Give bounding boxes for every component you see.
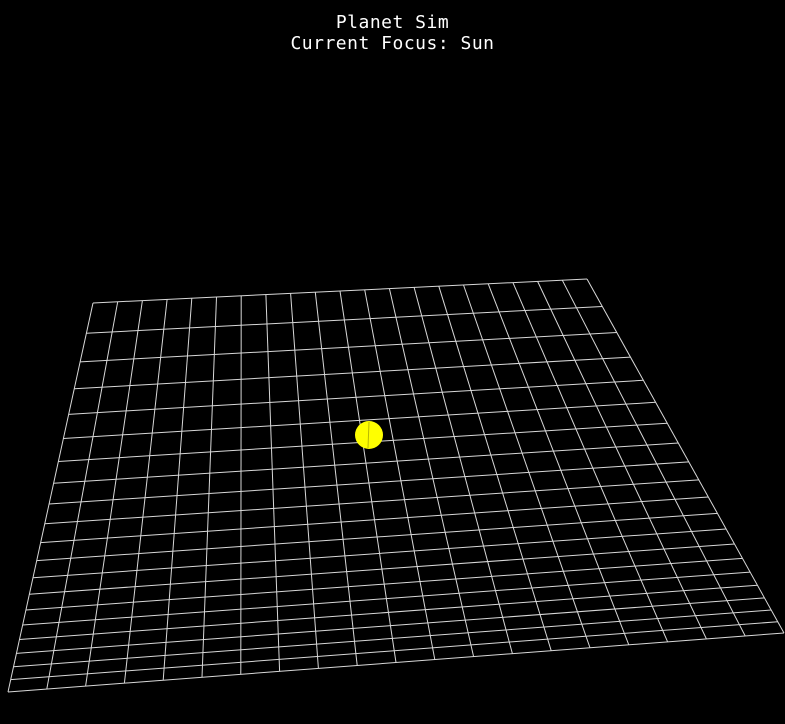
grid-line-column <box>339 290 397 663</box>
grid-line-column <box>7 302 94 693</box>
grid-line-column <box>463 284 591 648</box>
current-focus-label: Current Focus: Sun <box>290 33 495 54</box>
grid-line-column <box>413 287 513 654</box>
grid-line-column <box>561 279 746 637</box>
app-title: Planet Sim <box>335 12 450 33</box>
simulation-viewport[interactable]: Planet Sim Current Focus: Sun <box>0 0 785 724</box>
grid-line-column <box>438 286 552 651</box>
celestial-bodies <box>355 421 383 449</box>
grid-line-column <box>85 300 143 687</box>
grid-line-column <box>487 283 630 645</box>
grid-line-column <box>123 299 168 684</box>
grid-line-column <box>201 296 217 678</box>
grid-line-column <box>364 289 436 660</box>
grid-line-column <box>388 288 475 657</box>
ground-grid <box>7 278 785 693</box>
grid-line-column <box>586 278 785 634</box>
grid-line-column <box>46 301 119 690</box>
grid-line-column <box>162 298 193 681</box>
scene-canvas[interactable] <box>0 0 785 724</box>
hud-overlay: Planet Sim Current Focus: Sun <box>0 12 785 54</box>
